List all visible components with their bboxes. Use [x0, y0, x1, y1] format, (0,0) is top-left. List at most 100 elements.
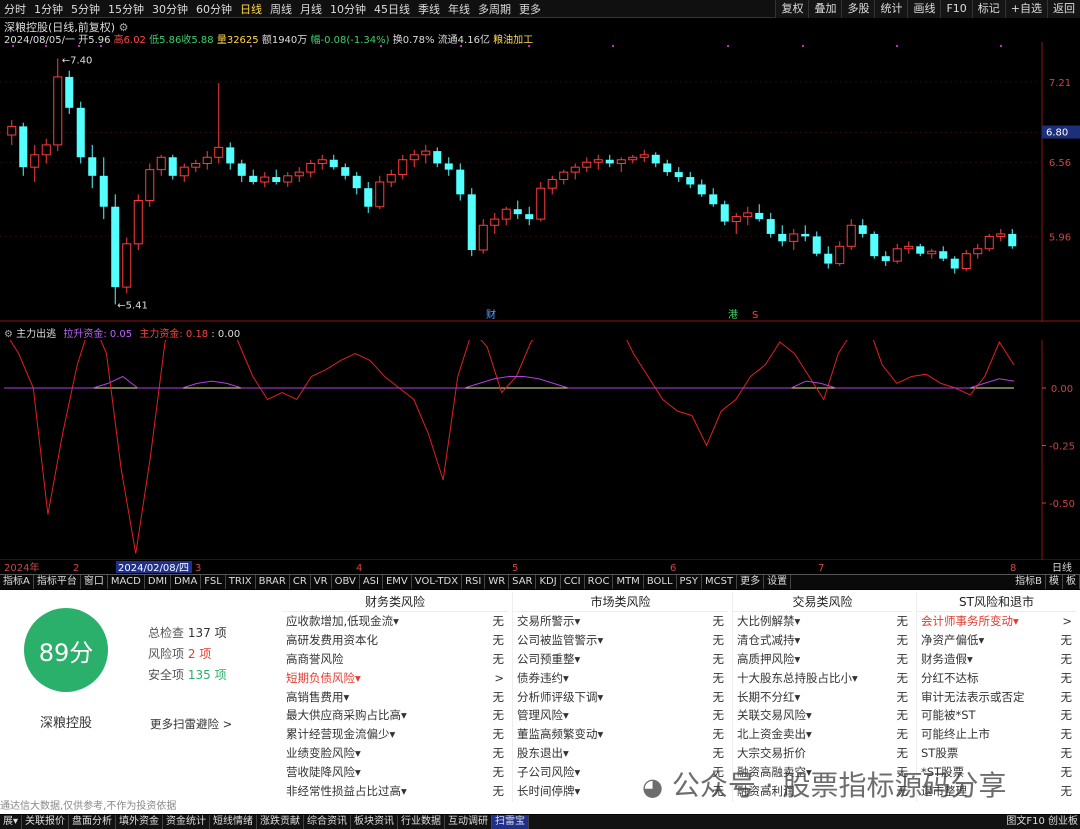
- status-tab[interactable]: 行业数据: [398, 815, 446, 829]
- indicator-tab[interactable]: EMV: [383, 575, 412, 589]
- toolbar-button[interactable]: 返回: [1047, 0, 1080, 18]
- risk-row[interactable]: 审计无法表示或否定 无: [917, 687, 1076, 706]
- risk-row[interactable]: 关联交易风险▾ 无: [733, 706, 912, 725]
- risk-row[interactable]: 十大股东总持股占比小▾ 无: [733, 668, 912, 687]
- risk-row[interactable]: 管理风险▾ 无: [513, 706, 728, 725]
- risk-row[interactable]: 大比例解禁▾ 无: [733, 612, 912, 631]
- risk-row[interactable]: 分红不达标 无: [917, 668, 1076, 687]
- risk-row[interactable]: 长期不分红▾ 无: [733, 687, 912, 706]
- risk-row[interactable]: 大宗交易折价 无: [733, 744, 912, 763]
- toolbar-button[interactable]: 复权: [775, 0, 808, 18]
- toolbar-button[interactable]: +自选: [1004, 0, 1047, 18]
- risk-row[interactable]: 高质押风险▾ 无: [733, 650, 912, 669]
- indicator-tab[interactable]: KDJ: [536, 575, 561, 589]
- indicator-tab[interactable]: 窗口: [81, 575, 108, 589]
- indicator-tab[interactable]: CCI: [561, 575, 585, 589]
- status-tab[interactable]: 盘面分析: [69, 815, 117, 829]
- indicator-tab[interactable]: DMA: [171, 575, 202, 589]
- indicator-tab[interactable]: MTM: [613, 575, 644, 589]
- candlestick-chart[interactable]: 7.216.806.565.966.80←7.40←5.41财港S: [0, 42, 1080, 322]
- risk-row[interactable]: 累计经营现金流偏少▾ 无: [282, 725, 508, 744]
- status-tab[interactable]: 填外资金: [116, 815, 164, 829]
- risk-row[interactable]: 北上资金卖出▾ 无: [733, 725, 912, 744]
- indicator-tab[interactable]: OBV: [332, 575, 360, 589]
- indicator-tab-right[interactable]: 指标B: [1012, 575, 1046, 589]
- indicator-tab[interactable]: FSL: [201, 575, 226, 589]
- risk-row[interactable]: 可能被*ST 无: [917, 706, 1076, 725]
- risk-row[interactable]: 短期负债风险▾ >: [282, 668, 508, 687]
- status-tab[interactable]: 展▾: [0, 815, 23, 829]
- period-tab[interactable]: 多周期: [474, 1, 515, 17]
- risk-row[interactable]: 高销售费用▾ 无: [282, 687, 508, 706]
- risk-row[interactable]: 财务造假▾ 无: [917, 650, 1076, 669]
- risk-row[interactable]: ST股票 无: [917, 744, 1076, 763]
- risk-row[interactable]: 业绩变脸风险▾ 无: [282, 744, 508, 763]
- risk-row[interactable]: 最大供应商采购占比高▾ 无: [282, 706, 508, 725]
- risk-row[interactable]: 债券违约▾ 无: [513, 668, 728, 687]
- toolbar-button[interactable]: 标记: [971, 0, 1005, 18]
- indicator-tab[interactable]: VOL-TDX: [412, 575, 463, 589]
- period-tab[interactable]: 15分钟: [104, 1, 148, 17]
- indicator-tab[interactable]: MACD: [108, 575, 145, 589]
- status-tab[interactable]: 板块资讯: [351, 815, 399, 829]
- indicator-tab[interactable]: PSY: [677, 575, 703, 589]
- status-tab[interactable]: 综合资讯: [304, 815, 352, 829]
- period-tab[interactable]: 更多: [515, 1, 545, 17]
- period-tab[interactable]: 分时: [0, 1, 30, 17]
- indicator-tab[interactable]: BRAR: [256, 575, 290, 589]
- status-tab[interactable]: 短线情绪: [210, 815, 258, 829]
- toolbar-button[interactable]: F10: [940, 0, 971, 18]
- period-tab[interactable]: 10分钟: [326, 1, 370, 17]
- indicator-tab[interactable]: DMI: [145, 575, 172, 589]
- status-tab[interactable]: 涨跌贡献: [257, 815, 305, 829]
- indicator-tab-right[interactable]: 板: [1063, 575, 1080, 589]
- indicator-tab[interactable]: 更多: [737, 575, 765, 589]
- indicator-tab[interactable]: BOLL: [644, 575, 677, 589]
- risk-row[interactable]: 清仓式减持▾ 无: [733, 631, 912, 650]
- status-tab[interactable]: 关联报价: [22, 815, 70, 829]
- risk-row[interactable]: 高商誉风险 无: [282, 650, 508, 669]
- toolbar-button[interactable]: 多股: [841, 0, 874, 18]
- indicator-tab[interactable]: WR: [485, 575, 510, 589]
- risk-row[interactable]: 非经常性损益占比过高▾ 无: [282, 781, 508, 800]
- indicator-tab[interactable]: 设置: [764, 575, 792, 589]
- indicator-tab[interactable]: VR: [311, 575, 332, 589]
- risk-row[interactable]: 公司预重整▾ 无: [513, 650, 728, 669]
- indicator-tab[interactable]: MCST: [702, 575, 738, 589]
- risk-row[interactable]: 应收款增加,低现金流▾ 无: [282, 612, 508, 631]
- risk-row[interactable]: 净资产偏低▾ 无: [917, 631, 1076, 650]
- period-tab[interactable]: 季线: [414, 1, 444, 17]
- risk-row[interactable]: 会计师事务所变动▾ >: [917, 612, 1076, 631]
- period-tab[interactable]: 1分钟: [30, 1, 67, 17]
- indicator-tab[interactable]: 指标A: [0, 575, 34, 589]
- period-tab[interactable]: 60分钟: [192, 1, 236, 17]
- indicator-chart[interactable]: 0.00 -0.25 -0.50: [0, 340, 1080, 560]
- toolbar-button[interactable]: 画线: [907, 0, 940, 18]
- period-tab[interactable]: 30分钟: [148, 1, 192, 17]
- risk-row[interactable]: 股东退出▾ 无: [513, 744, 728, 763]
- indicator-tab[interactable]: 指标平台: [34, 575, 81, 589]
- indicator-tab[interactable]: ASI: [360, 575, 383, 589]
- indicator-tab-right[interactable]: 模: [1046, 575, 1063, 589]
- status-tab[interactable]: 扫雷宝: [492, 815, 530, 829]
- period-tab[interactable]: 日线: [236, 1, 266, 17]
- risk-row[interactable]: 交易所警示▾ 无: [513, 612, 728, 631]
- indicator-tab[interactable]: TRIX: [226, 575, 256, 589]
- risk-row[interactable]: 公司被监管警示▾ 无: [513, 631, 728, 650]
- period-tab[interactable]: 年线: [444, 1, 474, 17]
- indicator-tab[interactable]: CR: [290, 575, 311, 589]
- risk-row[interactable]: 可能终止上市 无: [917, 725, 1076, 744]
- more-scan-link[interactable]: 更多扫雷避险 >: [150, 716, 232, 732]
- risk-row[interactable]: 营收陡降风险▾ 无: [282, 762, 508, 781]
- indicator-tab[interactable]: RSI: [462, 575, 486, 589]
- risk-row[interactable]: 分析师评级下调▾ 无: [513, 687, 728, 706]
- toolbar-button[interactable]: 叠加: [808, 0, 841, 18]
- period-tab[interactable]: 5分钟: [67, 1, 104, 17]
- indicator-tab[interactable]: ROC: [585, 575, 614, 589]
- status-tab[interactable]: 互动调研: [445, 815, 493, 829]
- period-tab[interactable]: 45日线: [370, 1, 414, 17]
- indicator-settings-icon[interactable]: ⚙: [4, 329, 13, 340]
- period-tab[interactable]: 月线: [296, 1, 326, 17]
- risk-row[interactable]: 高研发费用资本化 无: [282, 631, 508, 650]
- indicator-tab[interactable]: SAR: [509, 575, 537, 589]
